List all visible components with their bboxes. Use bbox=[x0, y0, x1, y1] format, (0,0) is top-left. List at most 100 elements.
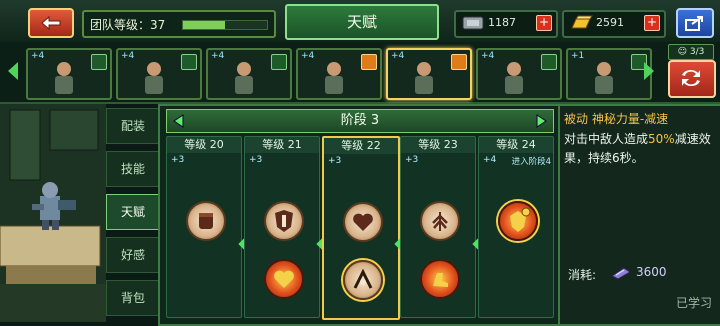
hero-card[interactable]: +4 bbox=[386, 48, 472, 100]
hero-portrait-icon bbox=[505, 62, 523, 94]
tier-unlock-note: 进入阶段4 bbox=[511, 157, 551, 167]
talent-detail: 被动 神秘力量-减速 对击中敌人造成50%减速效果，持续6秒。 消耗: 3600… bbox=[558, 104, 720, 326]
tier-level: 等级 24 bbox=[479, 137, 553, 153]
hero-card[interactable]: +4 bbox=[26, 48, 112, 100]
talent-node[interactable] bbox=[498, 201, 538, 241]
heart-icon bbox=[353, 213, 373, 231]
tier-bonus: +4 bbox=[483, 155, 497, 165]
share-icon bbox=[685, 16, 703, 31]
person-icon: ☺ bbox=[677, 47, 688, 57]
cash-counter: 1187 + bbox=[454, 10, 558, 38]
share-button[interactable] bbox=[676, 8, 714, 38]
hero-card[interactable]: +4 bbox=[206, 48, 292, 100]
side-tab[interactable]: 天赋 bbox=[106, 194, 160, 230]
swap-icon bbox=[682, 70, 700, 86]
team-count: ☺ 3/3 bbox=[668, 44, 714, 60]
cost-value: 3600 bbox=[636, 265, 667, 279]
scroll-right-icon[interactable] bbox=[642, 60, 656, 82]
next-stage-icon[interactable] bbox=[533, 113, 549, 129]
hero-card[interactable]: +1 bbox=[566, 48, 652, 100]
scroll-left-icon[interactable] bbox=[6, 60, 20, 82]
talent-tier: 等级 22 +3 bbox=[322, 136, 400, 320]
team-level-panel: 团队等级：37 bbox=[82, 10, 276, 38]
learned-status: 已学习 bbox=[675, 296, 712, 310]
talent-node[interactable] bbox=[264, 201, 304, 241]
member-badge-icon bbox=[181, 54, 197, 70]
hero-star-count: +1 bbox=[571, 51, 585, 61]
tier-bonus: +3 bbox=[328, 156, 342, 166]
side-tab[interactable]: 技能 bbox=[106, 151, 160, 187]
back-button[interactable] bbox=[28, 8, 74, 38]
tier-level: 等级 23 bbox=[401, 137, 475, 153]
hero-star-count: +4 bbox=[301, 51, 315, 61]
talent-node[interactable] bbox=[420, 201, 460, 241]
tier-bonus: +3 bbox=[249, 155, 263, 165]
boot-fire-icon bbox=[433, 273, 448, 287]
hero-star-count: +4 bbox=[481, 51, 495, 61]
member-badge-icon bbox=[91, 54, 107, 70]
cash-icon bbox=[462, 16, 484, 30]
tree-icon bbox=[432, 212, 448, 231]
add-cash-button[interactable]: + bbox=[536, 15, 552, 31]
hero-card[interactable]: +4 bbox=[296, 48, 382, 100]
side-tab[interactable]: 配装 bbox=[106, 108, 160, 144]
tier-bonus: +3 bbox=[405, 155, 419, 165]
top-bar: 团队等级：37 天赋 1187 + 2591 + bbox=[0, 0, 720, 44]
hero-portrait-icon bbox=[145, 62, 163, 94]
talent-description: 对击中敌人造成50%减速效果，持续6秒。 bbox=[564, 130, 714, 168]
flame-shield-icon bbox=[510, 207, 531, 232]
member-badge-icon bbox=[541, 54, 557, 70]
stage-title: 阶段 3 bbox=[340, 113, 380, 128]
hero-strip: +4 +4 +4 +4 +4 +4 +1 ☺ 3/3 bbox=[0, 42, 720, 104]
ticket-icon bbox=[611, 267, 631, 280]
side-tab[interactable]: 好感 bbox=[106, 237, 160, 273]
mech-claw-icon bbox=[353, 268, 373, 289]
add-gold-button[interactable]: + bbox=[644, 15, 660, 31]
talent-tier: 等级 24 +4 进入阶段4 bbox=[478, 136, 554, 318]
hero-preview bbox=[0, 104, 106, 322]
team-level-fill bbox=[183, 21, 225, 29]
hero-card[interactable]: +4 bbox=[116, 48, 202, 100]
hero-portrait-icon bbox=[595, 62, 613, 94]
tier-level: 等级 21 bbox=[245, 137, 319, 153]
talent-node[interactable] bbox=[343, 260, 383, 300]
talent-name: 被动 神秘力量-减速 bbox=[564, 112, 669, 126]
fist-icon bbox=[199, 213, 213, 229]
hero-stage bbox=[0, 104, 106, 322]
hero-portrait-icon bbox=[415, 62, 433, 94]
cash-value: 1187 bbox=[488, 16, 516, 29]
hero-portrait-icon bbox=[325, 62, 343, 94]
talent-tier: 等级 20 +3 bbox=[166, 136, 242, 318]
hero-portrait-icon bbox=[235, 62, 253, 94]
hero-star-count: +4 bbox=[121, 51, 135, 61]
swap-hero-button[interactable] bbox=[668, 60, 716, 98]
team-level-label: 团队等级：37 bbox=[90, 18, 166, 32]
gold-bar-icon bbox=[571, 15, 593, 29]
talent-panel: 阶段 3 等级 20 +3 等级 21 +3 等级 22 +3 等级 23 +3 等级 24 +4… bbox=[158, 104, 562, 326]
hero-star-count: +4 bbox=[31, 51, 45, 61]
stage-header: 阶段 3 bbox=[166, 109, 554, 133]
tier-level: 等级 22 bbox=[324, 138, 398, 154]
tier-bonus: +3 bbox=[171, 155, 185, 165]
talent-desc-part-a: 对击中敌人造成 bbox=[564, 132, 649, 146]
hero-star-count: +4 bbox=[391, 51, 405, 61]
talent-node[interactable] bbox=[343, 202, 383, 242]
hero-portrait-icon bbox=[55, 62, 73, 94]
talent-node[interactable] bbox=[420, 259, 460, 299]
team-level-bar bbox=[182, 20, 268, 30]
talent-tier: 等级 21 +3 bbox=[244, 136, 320, 318]
back-arrow-icon bbox=[41, 15, 61, 31]
side-tabs: 配装技能天赋好感背包 bbox=[106, 104, 160, 322]
tier-level: 等级 20 bbox=[167, 137, 241, 153]
talent-node[interactable] bbox=[264, 259, 304, 299]
talent-node[interactable] bbox=[186, 201, 226, 241]
cost-label: 消耗: bbox=[568, 268, 597, 282]
squad-badge-icon bbox=[361, 54, 377, 70]
side-tab[interactable]: 背包 bbox=[106, 280, 160, 316]
member-badge-icon bbox=[271, 54, 287, 70]
gold-value: 2591 bbox=[596, 16, 624, 29]
hero-card[interactable]: +4 bbox=[476, 48, 562, 100]
squad-badge-icon bbox=[451, 54, 467, 70]
shield-icon bbox=[275, 210, 293, 232]
hero-star-count: +4 bbox=[211, 51, 225, 61]
